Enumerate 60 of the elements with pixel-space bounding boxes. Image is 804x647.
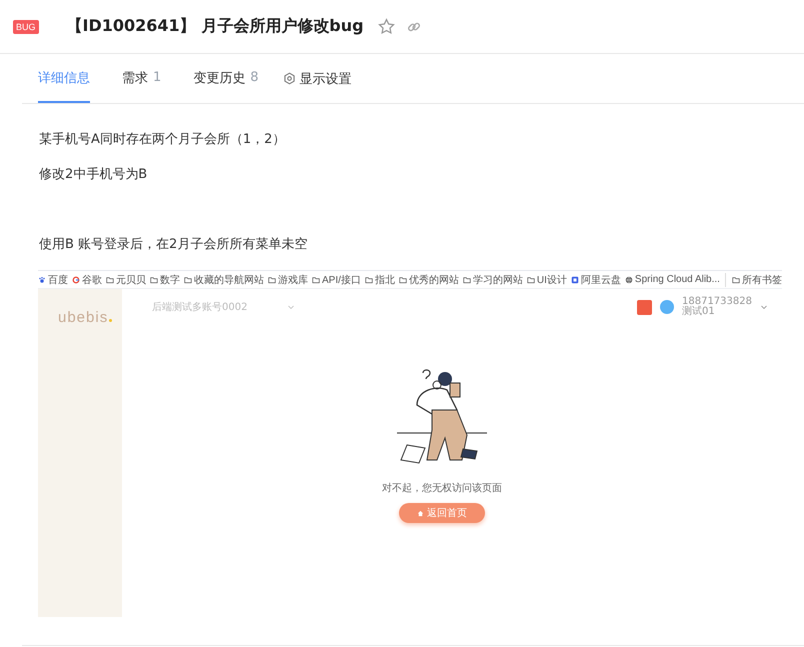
bookmark-item[interactable]: 百度 [38, 272, 68, 286]
bookmark-item[interactable]: 收藏的导航网站 [184, 272, 264, 286]
bookmark-item[interactable]: 数字 [150, 272, 180, 286]
folder-icon [106, 276, 114, 284]
bookmark-item[interactable]: 游戏库 [268, 272, 308, 286]
user-phone: 18871733828 [682, 297, 752, 307]
description-paragraph: 使用B 账号登录后，在2月子会所所有菜单未空 [39, 236, 308, 254]
globe-icon [624, 276, 633, 284]
bookmark-label: 游戏库 [278, 274, 308, 286]
bookmark-item[interactable]: 谷歌 [72, 272, 102, 286]
folder-icon [398, 276, 407, 284]
google-icon [72, 276, 80, 284]
issue-title: 【ID1002641】 月子会所用户修改bug [66, 16, 364, 37]
star-icon[interactable] [378, 18, 395, 35]
description-paragraph: 某手机号A同时存在两个月子会所（1，2） [39, 131, 286, 149]
bookmark-label: 百度 [48, 274, 68, 286]
bookmark-label: 谷歌 [82, 274, 102, 286]
folder-icon [184, 276, 192, 284]
bookmark-label: 阿里云盘 [580, 274, 621, 286]
paw-icon [38, 276, 46, 284]
bookmark-label: API/接口 [322, 274, 361, 286]
no-access-message: 对不起，您无权访问该页面 [382, 482, 502, 495]
all-bookmarks-item[interactable]: 所有书签 [725, 272, 782, 286]
bookmark-item[interactable]: 元贝贝 [106, 272, 146, 286]
app-icon [570, 276, 579, 284]
chevron-down-icon [287, 303, 296, 311]
bookmark-item[interactable]: 优秀的网站 [398, 272, 459, 286]
bookmark-label: 数字 [160, 274, 180, 286]
folder-icon [150, 276, 158, 284]
folder-icon [462, 276, 471, 284]
bug-badge: BUG [13, 20, 39, 34]
hexagon-settings-icon [282, 72, 296, 85]
tab-label: 显示设置 [300, 70, 352, 88]
avatar [660, 300, 674, 314]
bookmark-label: 指北 [374, 274, 395, 286]
folder-icon [526, 276, 535, 284]
description-paragraph: 修改2中手机号为B [39, 166, 148, 184]
bookmark-label: 收藏的导航网站 [194, 274, 264, 286]
bookmark-item[interactable]: 指北 [364, 272, 395, 286]
home-icon [417, 510, 424, 516]
tab[interactable]: 需求 1 [122, 54, 162, 103]
bookmark-label: 优秀的网站 [408, 274, 459, 286]
folder-icon [364, 276, 373, 284]
display-settings-tab[interactable]: 显示设置 [282, 54, 352, 103]
bookmark-label: UI设计 [536, 274, 567, 286]
tab[interactable]: 变更历史 8 [193, 54, 259, 103]
app-logo: ubebis [58, 309, 112, 326]
folder-icon [732, 276, 740, 284]
bookmark-item[interactable]: UI设计 [526, 272, 567, 286]
folder-icon [312, 276, 320, 284]
bookmark-item[interactable]: API/接口 [312, 272, 361, 286]
user-role: 测试01 [682, 307, 716, 317]
bookmark-label: 所有书签 [742, 274, 782, 286]
bookmark-label: 学习的网站 [472, 274, 523, 286]
bookmark-label: 元贝贝 [116, 274, 146, 286]
notification-icon[interactable] [637, 300, 652, 314]
bookmark-item[interactable]: 学习的网站 [462, 272, 523, 286]
chevron-down-icon[interactable] [760, 303, 768, 311]
bookmark-item[interactable]: 阿里云盘 [570, 272, 621, 286]
folder-icon [268, 276, 276, 284]
